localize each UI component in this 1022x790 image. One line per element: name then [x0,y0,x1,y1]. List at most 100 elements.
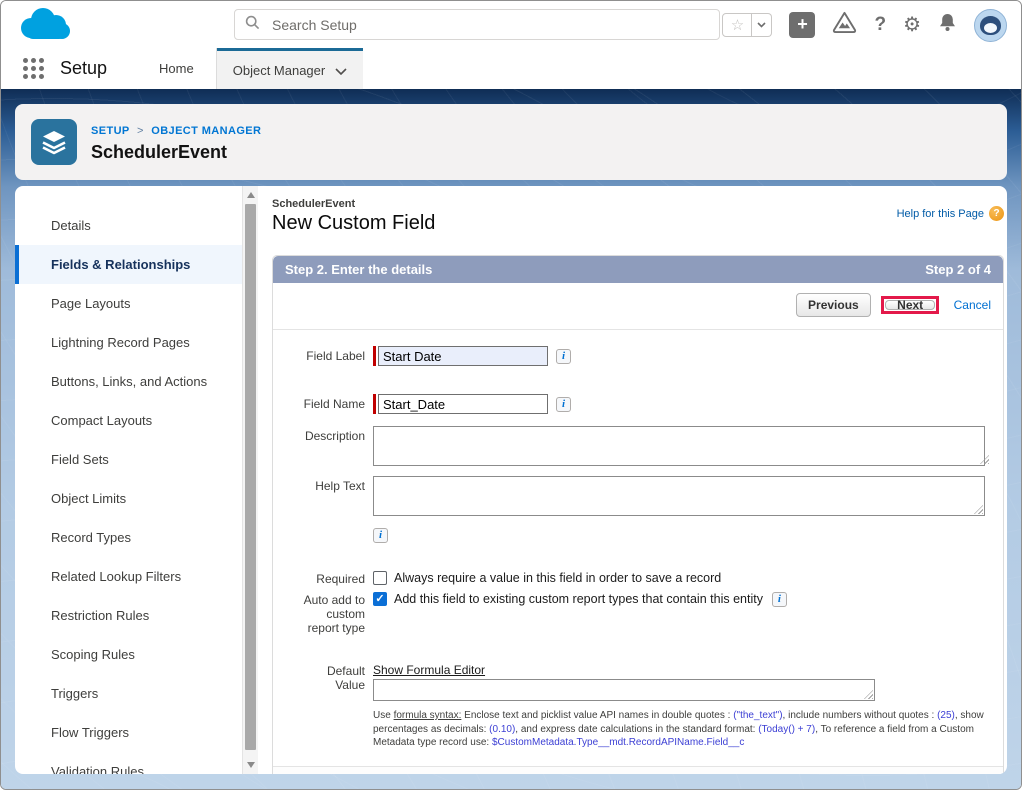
required-checkbox-label: Always require a value in this field in … [394,571,721,585]
sidebar-item-restriction-rules[interactable]: Restriction Rules [15,596,258,635]
sidebar-item-flow-triggers[interactable]: Flow Triggers [15,713,258,752]
wizard-form: Field Label i Field Name i [273,330,1003,766]
hint-text: Use [373,710,394,721]
hint-token[interactable]: $CustomMetadata.Type__mdt.RecordAPIName.… [492,737,744,748]
description-textarea[interactable] [373,426,985,466]
sidebar-item-fields-relationships[interactable]: Fields & Relationships [15,245,258,284]
object-context-label: SchedulerEvent [272,198,435,210]
app-name-label: Setup [60,58,107,79]
field-label-input[interactable] [378,346,548,366]
help-link-label: Help for this Page [897,208,984,220]
info-icon[interactable]: i [556,349,571,364]
page-header: SchedulerEvent New Custom Field Help for… [272,198,1004,235]
content-card: DetailsFields & RelationshipsPage Layout… [15,186,1007,774]
tab-object-manager[interactable]: Object Manager [217,48,364,89]
sidebar-item-related-lookup-filters[interactable]: Related Lookup Filters [15,557,258,596]
favorites-star-icon[interactable]: ☆ [722,13,752,37]
sidebar-item-compact-layouts[interactable]: Compact Layouts [15,401,258,440]
tab-object-manager-label: Object Manager [233,63,326,78]
hint-text: , and express date calculations in the s… [515,724,758,735]
description-label: Description [285,426,365,443]
global-search-input[interactable]: Search Setup [234,9,720,40]
global-header: Search Setup ☆ + ? ⚙ [1,1,1021,48]
hint-token[interactable]: ("the_text") [733,710,782,721]
wizard-step-indicator: Step 2 of 4 [925,262,991,277]
salesforce-cloud-logo[interactable] [17,6,71,48]
wizard-box: Step 2. Enter the details Step 2 of 4 Pr… [272,255,1004,774]
cancel-link[interactable]: Cancel [954,298,991,312]
object-sidebar: DetailsFields & RelationshipsPage Layout… [15,186,258,774]
app-window: Search Setup ☆ + ? ⚙ [0,0,1022,790]
hint-token[interactable]: (25) [937,710,955,721]
info-icon[interactable]: i [556,397,571,412]
hint-token[interactable]: (Today() + 7) [758,724,815,735]
help-orange-icon: ? [989,206,1004,221]
required-label: Required [285,569,365,586]
sidebar-item-buttons-links-and-actions[interactable]: Buttons, Links, and Actions [15,362,258,401]
auto-add-label: Auto add to custom report type [295,590,365,635]
sidebar-item-triggers[interactable]: Triggers [15,674,258,713]
field-name-label: Field Name [285,394,365,411]
trailhead-icon[interactable] [832,11,857,39]
help-question-icon[interactable]: ? [874,14,886,36]
required-checkbox[interactable] [373,571,387,585]
setup-canvas: SETUP > OBJECT MANAGER SchedulerEvent De… [1,89,1021,789]
object-layers-icon [31,119,77,165]
info-icon[interactable]: i [373,528,388,543]
page-title: New Custom Field [272,212,435,235]
favorites-control: ☆ [722,13,772,37]
show-formula-editor-link[interactable]: Show Formula Editor [373,663,485,677]
user-avatar[interactable] [974,9,1007,42]
default-value-label: Default Value [309,661,365,692]
info-icon[interactable]: i [772,592,787,607]
help-text-textarea[interactable] [373,476,985,516]
sidebar-item-scoping-rules[interactable]: Scoping Rules [15,635,258,674]
scroll-down-icon[interactable] [247,762,255,768]
breadcrumb: SETUP > OBJECT MANAGER [91,125,261,137]
wizard-header: Step 2. Enter the details Step 2 of 4 [273,256,1003,283]
hint-token[interactable]: (0.10) [489,724,515,735]
previous-button[interactable]: Previous [796,293,871,317]
sidebar-nav: DetailsFields & RelationshipsPage Layout… [15,206,258,774]
favorites-dropdown-icon[interactable] [752,13,772,37]
app-launcher-icon[interactable] [23,58,44,79]
sidebar-item-record-types[interactable]: Record Types [15,518,258,557]
scroll-up-icon[interactable] [247,192,255,198]
sidebar-item-details[interactable]: Details [15,206,258,245]
sidebar-item-field-sets[interactable]: Field Sets [15,440,258,479]
search-placeholder: Search Setup [272,17,357,33]
auto-add-checkbox[interactable]: ✓ [373,592,387,606]
setup-nav-bar: Setup Home Object Manager [1,48,1021,89]
required-indicator [373,346,376,366]
sidebar-item-page-layouts[interactable]: Page Layouts [15,284,258,323]
wizard-step-title: Step 2. Enter the details [285,262,432,277]
field-label-label: Field Label [285,346,365,363]
formula-syntax-link[interactable]: formula syntax: [394,710,462,721]
auto-add-checkbox-label: Add this field to existing custom report… [394,592,763,606]
breadcrumb-separator: > [137,125,144,137]
sidebar-scrollbar[interactable] [242,186,258,774]
sidebar-item-validation-rules[interactable]: Validation Rules [15,752,258,774]
object-header-card: SETUP > OBJECT MANAGER SchedulerEvent [15,104,1007,180]
object-title: SchedulerEvent [91,142,261,163]
breadcrumb-setup-link[interactable]: SETUP [91,125,129,137]
chevron-down-icon[interactable] [335,63,347,78]
hint-text: , include numbers without quotes : [783,710,938,721]
setup-gear-icon[interactable]: ⚙ [903,15,921,35]
breadcrumb-object-manager-link[interactable]: OBJECT MANAGER [151,125,261,137]
wizard-top-buttons: Previous Next Cancel [273,283,1003,330]
notifications-bell-icon[interactable] [938,12,957,38]
tab-home[interactable]: Home [137,48,217,89]
next-button[interactable]: Next [885,300,935,310]
sidebar-item-object-limits[interactable]: Object Limits [15,479,258,518]
global-actions-plus-icon[interactable]: + [789,12,815,38]
help-text-label: Help Text [285,476,365,493]
sidebar-item-lightning-record-pages[interactable]: Lightning Record Pages [15,323,258,362]
required-indicator [373,394,376,414]
scrollbar-thumb[interactable] [245,204,256,750]
default-value-textarea[interactable] [373,679,875,701]
hint-text: Enclose text and picklist value API name… [461,710,733,721]
field-name-input[interactable] [378,394,548,414]
help-for-this-page-link[interactable]: Help for this Page ? [897,206,1004,221]
main-panel: SchedulerEvent New Custom Field Help for… [258,186,1007,774]
